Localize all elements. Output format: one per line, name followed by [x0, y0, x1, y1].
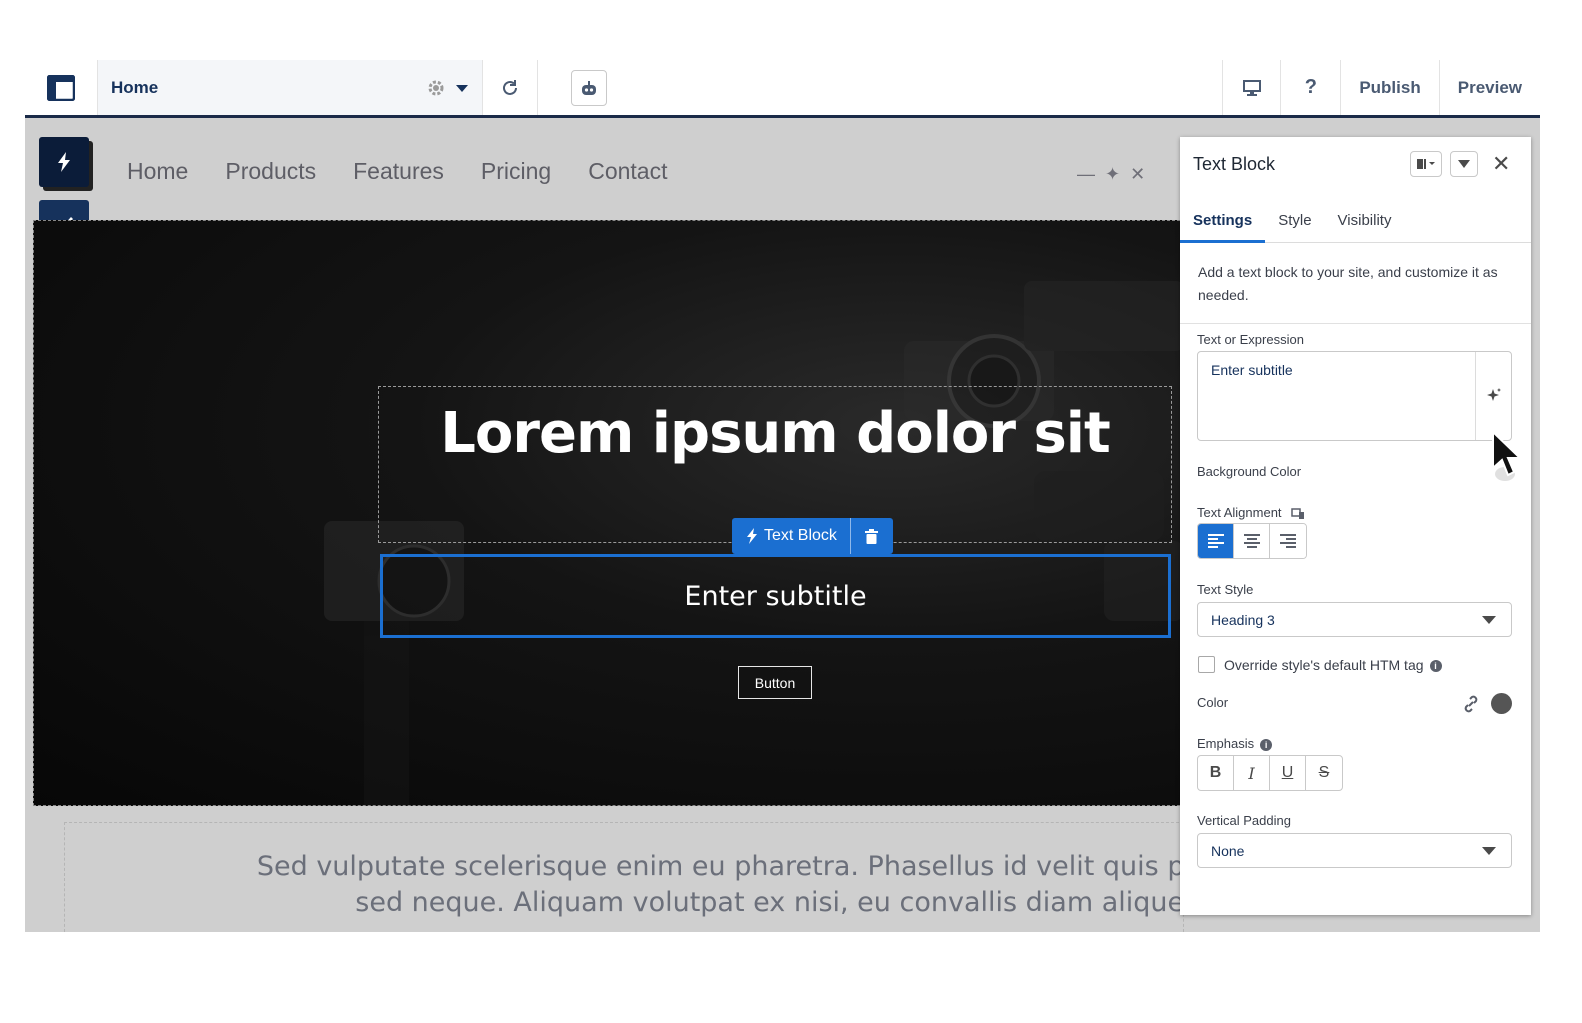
text-block-chip-label: Text Block: [764, 527, 837, 544]
refresh-icon[interactable]: [483, 60, 538, 115]
publish-button[interactable]: Publish: [1340, 60, 1438, 115]
page-selector[interactable]: Home: [98, 60, 483, 115]
collapse-chevron-icon[interactable]: [1450, 151, 1478, 177]
text-block-chip[interactable]: Text Block: [732, 518, 893, 554]
text-style-value: Heading 3: [1211, 612, 1275, 628]
hero-section[interactable]: Lorem ipsum dolor sit Enter subtitle Tex…: [33, 220, 1185, 806]
paragraph-section[interactable]: Sed vulputate scelerisque enim eu pharet…: [64, 822, 1184, 932]
builder-toolbar: Home ? Publish Preview: [25, 60, 1540, 118]
bold-button[interactable]: B: [1198, 756, 1234, 790]
vertical-padding-select[interactable]: None: [1197, 833, 1512, 868]
chevron-down-icon: [1482, 616, 1496, 624]
desktop-icon[interactable]: [1222, 60, 1280, 115]
nav-item-pricing[interactable]: Pricing: [481, 158, 551, 185]
chevron-down-icon[interactable]: [456, 85, 468, 92]
panel-title: Text Block: [1193, 154, 1276, 174]
trash-icon[interactable]: [851, 518, 893, 554]
mouse-cursor-icon: [1492, 430, 1523, 481]
nav-item-features[interactable]: Features: [353, 158, 444, 185]
underline-button[interactable]: U: [1270, 756, 1306, 790]
override-checkbox[interactable]: [1198, 656, 1215, 673]
sparkle-icon[interactable]: [1475, 352, 1511, 440]
chevron-down-icon: [1482, 847, 1496, 855]
gear-icon[interactable]: [426, 78, 446, 103]
color-swatch[interactable]: [1491, 693, 1512, 714]
close-icon[interactable]: ✕: [1130, 164, 1145, 185]
tab-settings[interactable]: Settings: [1180, 207, 1266, 243]
paragraph-line-2: sed neque. Aliquam volutpat ex nisi, eu …: [355, 887, 1184, 918]
color-label: Color: [1197, 695, 1229, 710]
site-navigation: Home Products Features Pricing Contact —…: [25, 120, 1185, 220]
text-expression-value: Enter subtitle: [1211, 362, 1293, 378]
robot-icon[interactable]: [571, 69, 607, 106]
help-button[interactable]: ?: [1280, 60, 1340, 115]
hero-title[interactable]: Lorem ipsum dolor sit: [378, 401, 1172, 466]
page-label: Home: [111, 77, 159, 97]
device-toggle-icon[interactable]: [1291, 507, 1305, 520]
panel-description: Add a text block to your site, and custo…: [1198, 264, 1498, 303]
lightning-icon: [747, 528, 757, 544]
tab-visibility[interactable]: Visibility: [1325, 207, 1405, 243]
emphasis-group: B I U S: [1197, 755, 1343, 791]
info-icon[interactable]: i: [1260, 738, 1273, 751]
hero-subtitle[interactable]: Enter subtitle: [380, 581, 1171, 612]
paragraph-line-1: Sed vulputate scelerisque enim eu pharet…: [256, 851, 1184, 882]
properties-panel: Text Block ✕ Settings Style Visibility A…: [1180, 137, 1531, 915]
hero-button[interactable]: Button: [738, 666, 812, 699]
italic-button[interactable]: I: [1234, 756, 1270, 790]
nav-item-products[interactable]: Products: [225, 158, 316, 185]
info-icon[interactable]: i: [1429, 660, 1442, 673]
nav-item-home[interactable]: Home: [127, 158, 188, 185]
panel-tabs: Settings Style Visibility: [1180, 207, 1531, 243]
text-block-chip-label-wrap[interactable]: Text Block: [732, 518, 851, 554]
nav-item-contact[interactable]: Contact: [588, 158, 667, 185]
minimize-icon[interactable]: —: [1077, 164, 1095, 185]
emphasis-label-text: Emphasis: [1197, 736, 1255, 751]
text-style-select[interactable]: Heading 3: [1197, 602, 1512, 637]
link-icon[interactable]: [1461, 694, 1481, 714]
text-style-label: Text Style: [1197, 582, 1254, 597]
strikethrough-button[interactable]: S: [1306, 756, 1342, 790]
align-right-button[interactable]: [1270, 524, 1306, 558]
text-alignment-label-text: Text Alignment: [1197, 505, 1282, 520]
panel-divider: [1180, 323, 1531, 324]
override-label-text: Override style's default HTM tag: [1224, 657, 1424, 673]
emphasis-label: Emphasis i: [1197, 736, 1273, 751]
component-menu-icon[interactable]: [1410, 151, 1442, 177]
layout-icon[interactable]: [25, 60, 98, 115]
text-expression-label: Text or Expression: [1197, 332, 1304, 347]
text-alignment-label: Text Alignment: [1197, 505, 1305, 520]
background-color-label: Background Color: [1197, 464, 1302, 479]
preview-button[interactable]: Preview: [1438, 60, 1540, 115]
pin-icon[interactable]: ✦: [1105, 164, 1120, 185]
text-expression-field[interactable]: Enter subtitle: [1197, 351, 1512, 441]
text-alignment-group: [1197, 523, 1307, 559]
vertical-padding-label: Vertical Padding: [1197, 813, 1291, 828]
override-label: Override style's default HTM tag i: [1224, 657, 1442, 673]
align-left-button[interactable]: [1198, 524, 1234, 558]
close-icon[interactable]: ✕: [1492, 153, 1510, 175]
tab-style[interactable]: Style: [1265, 207, 1324, 243]
align-center-button[interactable]: [1234, 524, 1270, 558]
vertical-padding-value: None: [1211, 843, 1245, 859]
lightning-icon[interactable]: [39, 137, 89, 187]
